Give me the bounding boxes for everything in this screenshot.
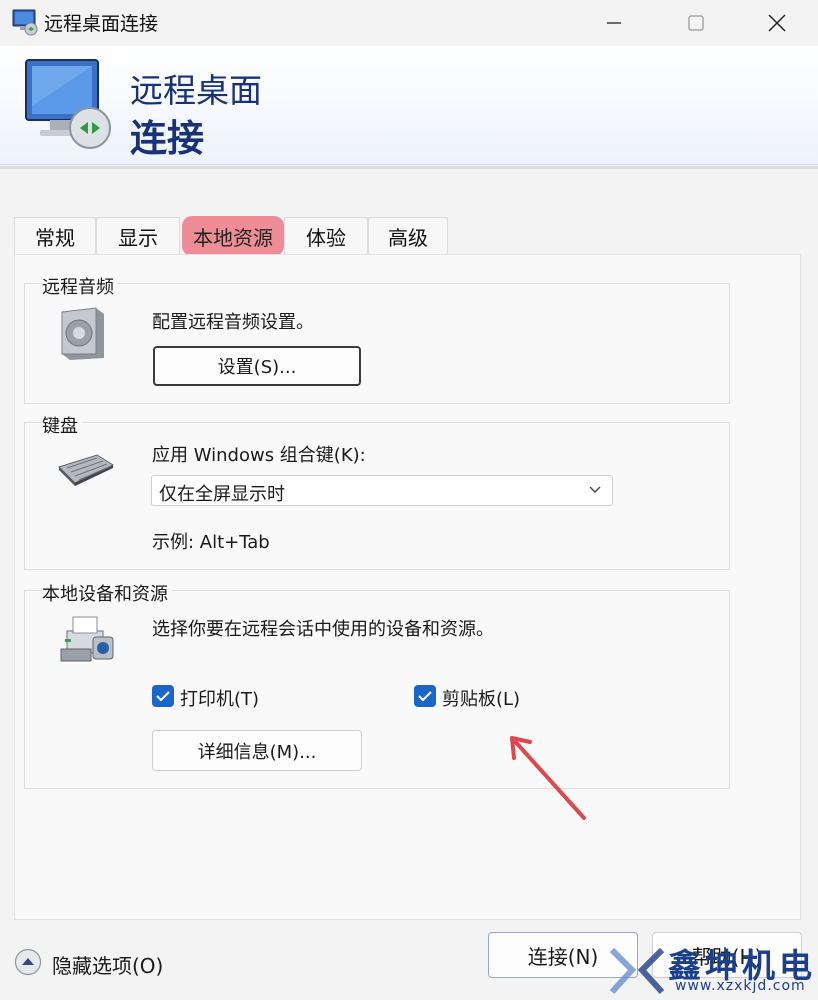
printer-checkbox[interactable] [152,685,174,707]
maximize-icon [688,15,704,31]
maximize-button[interactable] [655,0,737,46]
windows-key-combination-value: 仅在全屏显示时 [159,484,285,505]
tab-general[interactable]: 常规 [14,217,96,255]
checkmark-icon [418,691,432,702]
close-button[interactable] [736,0,818,46]
hide-options-link[interactable]: 隐藏选项(O) [52,950,163,979]
tab-display[interactable]: 显示 [96,217,180,255]
title-bar: 远程桌面连接 [0,0,818,46]
tab-panel-local-resources: 远程音频 配置远程音频设置。 设置(S)... 键盘 应用 Windows 组合… [14,254,801,920]
keyboard-title: 键盘 [42,412,82,438]
banner-title-line2: 连接 [130,117,204,160]
printer-label[interactable]: 打印机(T) [180,685,259,711]
banner-separator [0,166,818,169]
keyboard-icon [58,454,115,486]
remote-audio-description: 配置远程音频设置。 [152,312,314,333]
collapse-options-icon[interactable] [14,948,42,976]
remote-audio-group: 远程音频 配置远程音频设置。 设置(S)... [24,273,730,404]
remote-desktop-app-icon [12,9,38,36]
watermark-logo-icon [609,947,665,995]
remote-desktop-logo-icon [25,59,111,149]
tab-local-resources[interactable]: 本地资源 [182,216,284,256]
checkmark-icon [156,691,170,702]
window-title: 远程桌面连接 [44,13,159,35]
minimize-icon [607,22,621,24]
header-banner: 远程桌面 连接 [0,46,818,165]
local-devices-title: 本地设备和资源 [42,580,172,606]
watermark: 鑫坤机电 www.xzxkjd.com [608,942,818,1000]
local-devices-group: 本地设备和资源 选择你要在远程会话中使用的设备和资源。 打印机(T) 剪贴板(L… [24,580,730,789]
annotation-arrow-icon [510,736,586,820]
windows-key-combination-select[interactable]: 仅在全屏显示时 [151,475,613,506]
local-devices-description: 选择你要在远程会话中使用的设备和资源。 [152,619,494,640]
clipboard-checkbox[interactable] [414,685,436,707]
minimize-button[interactable] [573,0,655,46]
tab-advanced[interactable]: 高级 [368,217,448,255]
tab-experience[interactable]: 体验 [284,217,368,255]
more-details-button[interactable]: 详细信息(M)... [152,730,362,771]
banner-title-line1: 远程桌面 [130,71,262,110]
printer-camera-icon [60,616,114,662]
audio-settings-button[interactable]: 设置(S)... [153,346,361,386]
windows-key-combination-label: 应用 Windows 组合键(K): [152,445,366,466]
watermark-url: www.xzxkjd.com [675,978,806,994]
speaker-icon [61,307,104,360]
keyboard-group: 键盘 应用 Windows 组合键(K): 仅在全屏显示时 示例: Alt+Ta… [24,412,730,570]
close-icon [768,14,786,32]
keyboard-example-text: 示例: Alt+Tab [152,532,270,553]
chevron-down-icon [589,486,601,493]
clipboard-label[interactable]: 剪贴板(L) [442,685,520,711]
remote-audio-title: 远程音频 [42,273,118,299]
